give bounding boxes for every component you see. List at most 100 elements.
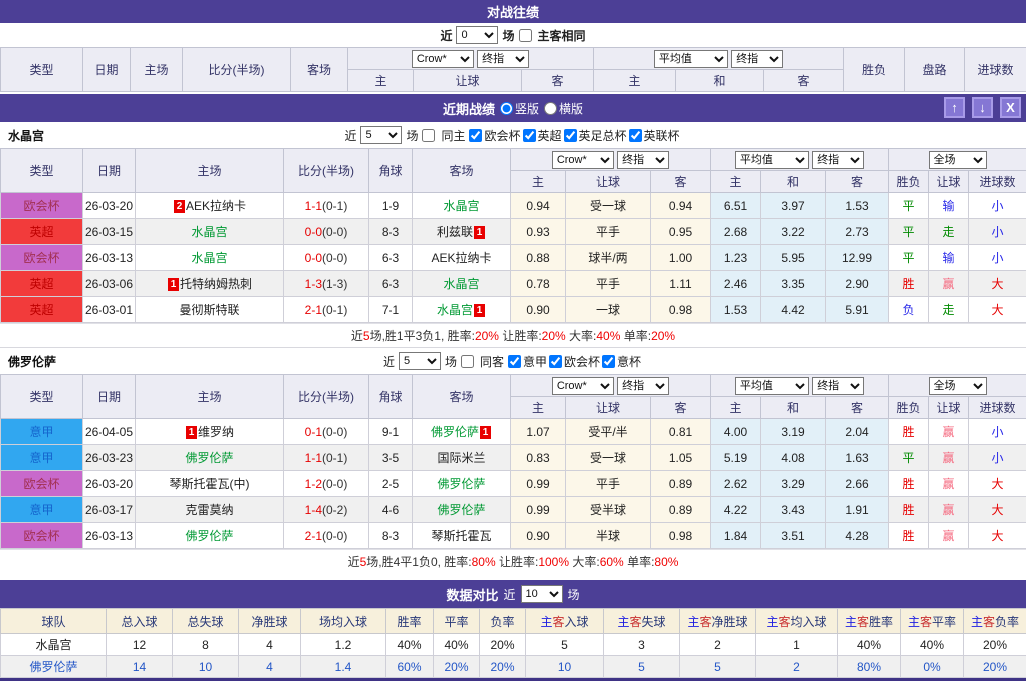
fulltime-select[interactable]: 全场 xyxy=(929,377,987,395)
competition-cell[interactable]: 意甲 xyxy=(1,419,83,445)
competition-option[interactable]: 英超 xyxy=(523,127,562,144)
vertical-radio[interactable] xyxy=(500,102,513,115)
score-cell[interactable]: 0-1(0-0) xyxy=(284,419,369,445)
home-team-cell[interactable]: 曼彻斯特联 xyxy=(136,297,284,323)
away-team-name[interactable]: AEK拉纳卡 xyxy=(431,251,491,265)
home-team-cell[interactable]: 2AEK拉纳卡 xyxy=(136,193,284,219)
home-team-name[interactable]: 水晶宫 xyxy=(191,225,227,239)
fulltime-select[interactable]: 全场 xyxy=(929,151,987,169)
competition-checkbox[interactable] xyxy=(602,355,615,368)
competition-option[interactable]: 欧会杯 xyxy=(469,127,520,144)
competition-checkbox[interactable] xyxy=(564,129,577,142)
score-cell[interactable]: 2-1(0-0) xyxy=(284,523,369,549)
away-team-name[interactable]: 佛罗伦萨 xyxy=(437,477,485,491)
move-down-button[interactable]: ↓ xyxy=(972,97,993,118)
home-team-cell[interactable]: 佛罗伦萨 xyxy=(136,523,284,549)
home-team-cell[interactable]: 水晶宫 xyxy=(136,219,284,245)
away-team-cell[interactable]: 琴斯托霍瓦 xyxy=(413,523,511,549)
score-cell[interactable]: 2-1(0-1) xyxy=(284,297,369,323)
competition-option[interactable]: 欧会杯 xyxy=(549,353,600,370)
avg-select[interactable]: 平均值 xyxy=(654,50,728,68)
horizontal-radio[interactable] xyxy=(544,102,557,115)
odds-stage-select[interactable]: 终指 xyxy=(617,377,669,395)
team2-count-select[interactable]: 5 xyxy=(399,352,441,370)
home-team-name[interactable]: 维罗纳 xyxy=(198,425,234,439)
same-homeaway-checkbox[interactable] xyxy=(519,29,532,42)
home-team-name[interactable]: 曼彻斯特联 xyxy=(179,303,239,317)
bookmaker-select[interactable]: Crow* xyxy=(412,50,474,68)
competition-checkbox[interactable] xyxy=(508,355,521,368)
team-name-cell[interactable]: 佛罗伦萨 xyxy=(1,656,107,678)
avg-stage-select[interactable]: 终指 xyxy=(731,50,783,68)
competition-checkbox[interactable] xyxy=(469,129,482,142)
home-team-name[interactable]: 佛罗伦萨 xyxy=(185,529,233,543)
away-team-name[interactable]: 国际米兰 xyxy=(437,451,485,465)
competition-cell[interactable]: 欧会杯 xyxy=(1,523,83,549)
home-team-cell[interactable]: 佛罗伦萨 xyxy=(136,445,284,471)
competition-cell[interactable]: 欧会杯 xyxy=(1,193,83,219)
score-cell[interactable]: 1-3(1-3) xyxy=(284,271,369,297)
close-button[interactable]: X xyxy=(1000,97,1021,118)
home-team-name[interactable]: 佛罗伦萨 xyxy=(185,451,233,465)
away-team-cell[interactable]: 佛罗伦萨 xyxy=(413,471,511,497)
avg-select[interactable]: 平均值 xyxy=(735,377,809,395)
away-team-name[interactable]: 利兹联 xyxy=(437,225,473,239)
score-cell[interactable]: 0-0(0-0) xyxy=(284,219,369,245)
competition-cell[interactable]: 英超 xyxy=(1,219,83,245)
away-team-cell[interactable]: 利兹联1 xyxy=(413,219,511,245)
home-team-cell[interactable]: 克雷莫纳 xyxy=(136,497,284,523)
away-team-name[interactable]: 佛罗伦萨 xyxy=(431,425,479,439)
bookmaker-select[interactable]: Crow* xyxy=(552,377,614,395)
team2-sameaway-checkbox[interactable] xyxy=(461,355,474,368)
layout-horizontal-option[interactable]: 横版 xyxy=(544,100,583,117)
competition-option[interactable]: 意甲 xyxy=(508,353,547,370)
away-team-cell[interactable]: AEK拉纳卡 xyxy=(413,245,511,271)
home-team-name[interactable]: 琴斯托霍瓦(中) xyxy=(170,477,250,491)
competition-cell[interactable]: 欧会杯 xyxy=(1,471,83,497)
away-team-name[interactable]: 水晶宫 xyxy=(443,277,479,291)
competition-cell[interactable]: 英超 xyxy=(1,271,83,297)
competition-checkbox[interactable] xyxy=(629,129,642,142)
odds-stage-select[interactable]: 终指 xyxy=(617,151,669,169)
competition-cell[interactable]: 意甲 xyxy=(1,445,83,471)
competition-checkbox[interactable] xyxy=(549,355,562,368)
avg-stage-select[interactable]: 终指 xyxy=(812,151,864,169)
competition-cell[interactable]: 意甲 xyxy=(1,497,83,523)
competition-cell[interactable]: 英超 xyxy=(1,297,83,323)
competition-cell[interactable]: 欧会杯 xyxy=(1,245,83,271)
home-team-cell[interactable]: 水晶宫 xyxy=(136,245,284,271)
competition-checkbox[interactable] xyxy=(523,129,536,142)
home-team-name[interactable]: AEK拉纳卡 xyxy=(186,199,246,213)
team1-samehome-checkbox[interactable] xyxy=(422,129,435,142)
home-team-name[interactable]: 克雷莫纳 xyxy=(185,503,233,517)
layout-vertical-option[interactable]: 竖版 xyxy=(500,100,539,117)
bookmaker-select[interactable]: Crow* xyxy=(552,151,614,169)
score-cell[interactable]: 1-4(0-2) xyxy=(284,497,369,523)
home-team-name[interactable]: 水晶宫 xyxy=(191,251,227,265)
team-name-cell[interactable]: 水晶宫 xyxy=(1,634,107,656)
away-team-cell[interactable]: 水晶宫 xyxy=(413,271,511,297)
away-team-cell[interactable]: 佛罗伦萨1 xyxy=(413,419,511,445)
h2h-count-select[interactable]: 0 xyxy=(456,26,498,44)
away-team-cell[interactable]: 国际米兰 xyxy=(413,445,511,471)
odds-stage-select[interactable]: 终指 xyxy=(477,50,529,68)
home-team-cell[interactable]: 1托特纳姆热刺 xyxy=(136,271,284,297)
away-team-cell[interactable]: 水晶宫1 xyxy=(413,297,511,323)
away-team-cell[interactable]: 佛罗伦萨 xyxy=(413,497,511,523)
home-team-cell[interactable]: 1维罗纳 xyxy=(136,419,284,445)
competition-option[interactable]: 英足总杯 xyxy=(564,127,627,144)
competition-option[interactable]: 意杯 xyxy=(602,353,641,370)
home-team-name[interactable]: 托特纳姆热刺 xyxy=(180,277,252,291)
score-cell[interactable]: 1-1(0-1) xyxy=(284,193,369,219)
score-cell[interactable]: 1-2(0-0) xyxy=(284,471,369,497)
score-cell[interactable]: 1-1(0-1) xyxy=(284,445,369,471)
away-team-name[interactable]: 琴斯托霍瓦 xyxy=(431,529,491,543)
away-team-name[interactable]: 水晶宫 xyxy=(437,303,473,317)
score-cell[interactable]: 0-0(0-0) xyxy=(284,245,369,271)
away-team-name[interactable]: 水晶宫 xyxy=(443,199,479,213)
team1-count-select[interactable]: 5 xyxy=(360,126,402,144)
home-team-cell[interactable]: 琴斯托霍瓦(中) xyxy=(136,471,284,497)
away-team-cell[interactable]: 水晶宫 xyxy=(413,193,511,219)
compare-count-select[interactable]: 10 xyxy=(521,585,563,603)
away-team-name[interactable]: 佛罗伦萨 xyxy=(437,503,485,517)
